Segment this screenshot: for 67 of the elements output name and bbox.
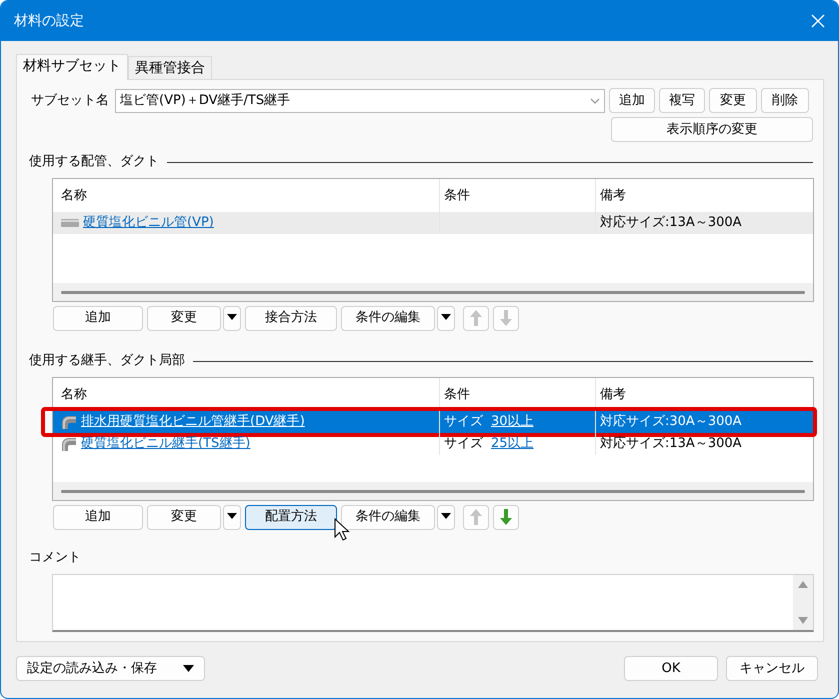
section-heading: 使用する継手、ダクト局部 (29, 352, 185, 370)
tab[interactable]: 材料サブセット (16, 54, 128, 80)
comment-field[interactable] (52, 574, 814, 632)
action-button[interactable]: 条件の編集 (341, 306, 435, 330)
pipe-icon (61, 218, 79, 228)
action-button[interactable]: 条件の編集 (341, 504, 435, 530)
cancel-button[interactable]: キャンセル (726, 656, 818, 681)
up-arrow-icon (469, 309, 483, 327)
elbow-icon (61, 436, 77, 452)
vertical-scrollbar[interactable] (793, 574, 813, 630)
caret-icon (227, 314, 237, 320)
scroll-down-icon[interactable] (798, 616, 808, 624)
ok-button[interactable]: OK (624, 656, 718, 681)
column-header[interactable]: 条件 (444, 384, 470, 404)
column-header[interactable]: 備考 (600, 384, 626, 404)
action-button[interactable]: 変更 (147, 504, 221, 530)
down-arrow-icon (499, 508, 513, 526)
horizontal-scrollbar[interactable] (53, 482, 813, 500)
column-header[interactable]: 名称 (61, 384, 87, 404)
dropdown-button[interactable] (223, 306, 241, 330)
caret-icon (227, 513, 237, 520)
reorder-button[interactable]: 表示順序の変更 (611, 117, 813, 142)
up-arrow-icon (469, 508, 483, 526)
comment-label: コメント (29, 550, 81, 565)
column-header[interactable]: 条件 (444, 186, 470, 206)
caret-icon (441, 513, 451, 520)
horizontal-scrollbar[interactable] (53, 283, 813, 301)
load-save-button[interactable]: 設定の読み込み・保存 (16, 656, 205, 681)
window-title: 材料の設定 (14, 12, 84, 30)
table-row[interactable]: 硬質塩化ビニル継手(TS継手) サイズ 25以上 対応サイズ:13A～300A (53, 433, 813, 455)
condition-link[interactable]: 30以上 (491, 412, 534, 432)
note-text: 対応サイズ:30A～300A (600, 413, 742, 432)
down-arrow-icon (499, 309, 513, 327)
action-button[interactable]: 接合方法 (245, 306, 337, 330)
close-icon[interactable] (811, 14, 825, 28)
table-row[interactable]: 硬質塩化ビニル管(VP) 対応サイズ:13A～300A (53, 212, 813, 234)
note-text: 対応サイズ:13A～300A (600, 435, 742, 454)
material-link[interactable]: 排水用硬質塩化ビニル管継手(DV継手) (81, 412, 305, 432)
action-button[interactable]: 追加 (53, 504, 143, 530)
material-link[interactable]: 硬質塩化ビニル管(VP) (83, 213, 214, 233)
column-header[interactable]: 名称 (61, 186, 87, 206)
action-button[interactable]: 追加 (53, 306, 143, 330)
condition-label: サイズ (444, 435, 483, 454)
tab[interactable]: 異種管接合 (128, 56, 212, 79)
subset-button[interactable]: 複写 (659, 88, 705, 113)
elbow-icon (61, 414, 77, 430)
condition-label: サイズ (444, 413, 483, 432)
section-heading: 使用する配管、ダクト (29, 153, 159, 172)
condition-link[interactable]: 25以上 (491, 434, 534, 454)
column-header[interactable]: 備考 (600, 186, 626, 206)
dropdown-button[interactable] (437, 504, 455, 530)
dropdown-button[interactable] (437, 306, 455, 330)
subset-button[interactable]: 追加 (609, 88, 655, 113)
subset-button[interactable]: 変更 (709, 88, 757, 113)
note-text: 対応サイズ:13A～300A (600, 214, 742, 232)
dropdown-button[interactable] (223, 504, 241, 530)
chevron-down-icon[interactable] (590, 98, 600, 104)
cursor-icon (334, 518, 350, 542)
caret-icon (441, 314, 451, 320)
material-link[interactable]: 硬質塩化ビニル継手(TS継手) (81, 434, 250, 454)
move-down-button[interactable] (493, 504, 519, 530)
subset-label: サブセット名 (30, 92, 110, 110)
scroll-up-icon[interactable] (798, 580, 808, 588)
action-button[interactable]: 変更 (147, 306, 221, 330)
subset-combo[interactable]: 塩ビ管(VP)＋DV継手/TS継手 (115, 88, 605, 112)
caret-icon (183, 665, 194, 672)
subset-button[interactable]: 削除 (761, 88, 809, 113)
